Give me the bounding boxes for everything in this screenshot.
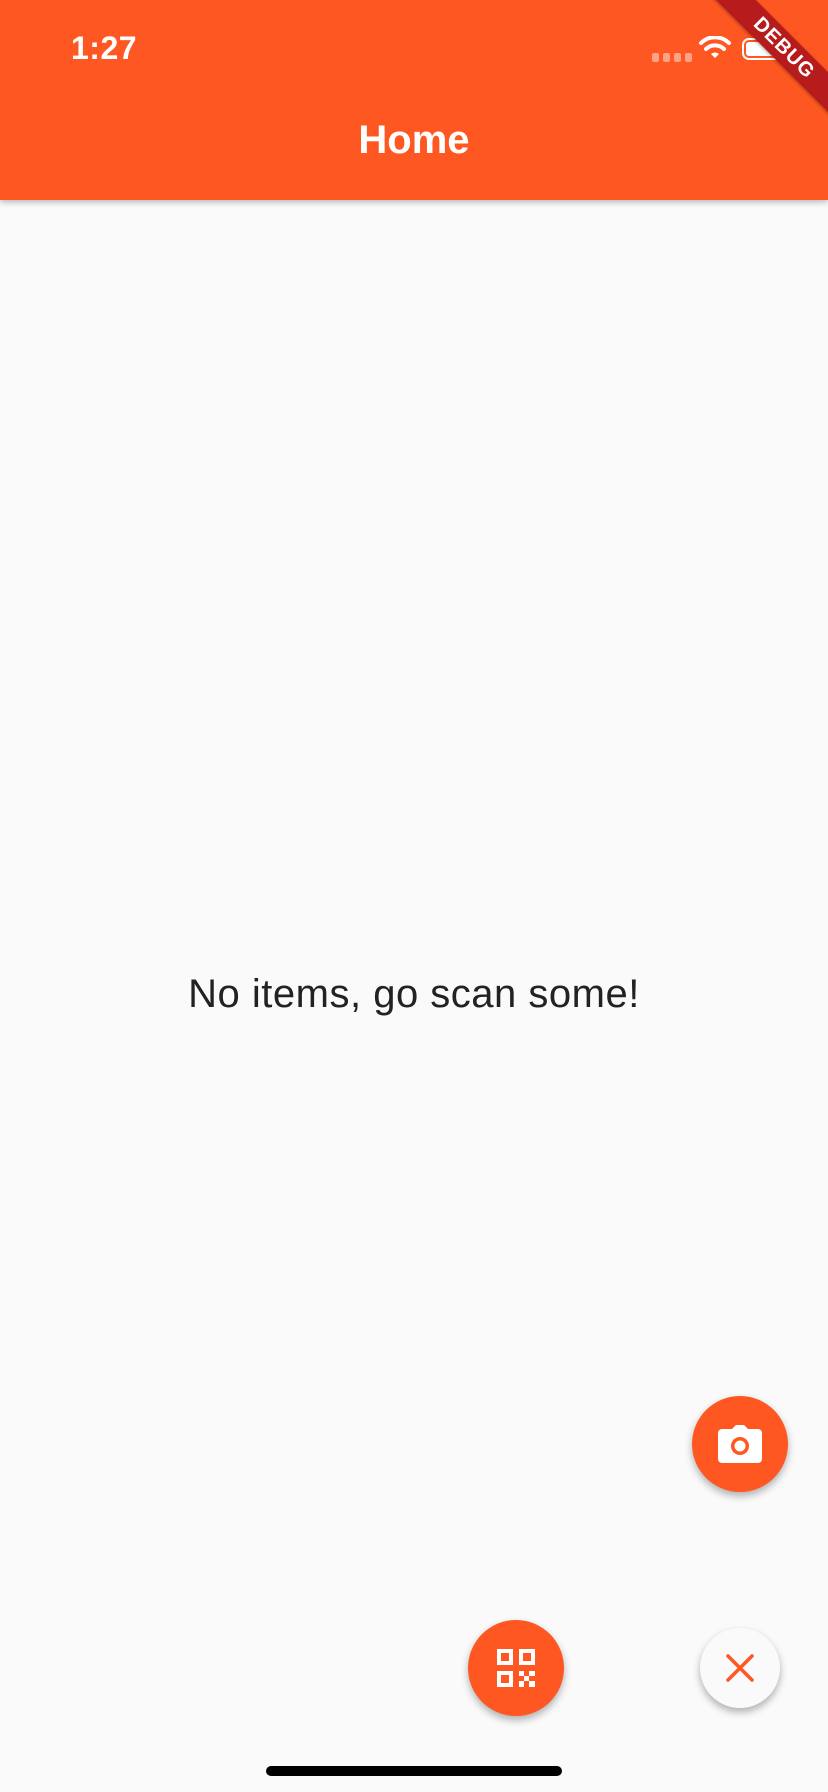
- page-title: Home: [358, 118, 470, 162]
- camera-button[interactable]: [692, 1396, 788, 1492]
- app-screen: 1:27 Home DEBUG No items, go scan some!: [0, 0, 828, 1792]
- close-icon: [726, 1654, 754, 1682]
- empty-state-message: No items, go scan some!: [188, 972, 640, 1016]
- home-indicator[interactable]: [266, 1766, 562, 1776]
- wifi-icon: [699, 36, 731, 58]
- qr-scan-button[interactable]: [468, 1620, 564, 1716]
- qr-code-icon: [497, 1649, 535, 1687]
- app-bar: 1:27 Home: [0, 0, 828, 200]
- status-time: 1:27: [71, 30, 138, 66]
- cellular-signal-icon: [652, 53, 692, 62]
- camera-icon: [718, 1425, 762, 1463]
- close-button[interactable]: [700, 1628, 780, 1708]
